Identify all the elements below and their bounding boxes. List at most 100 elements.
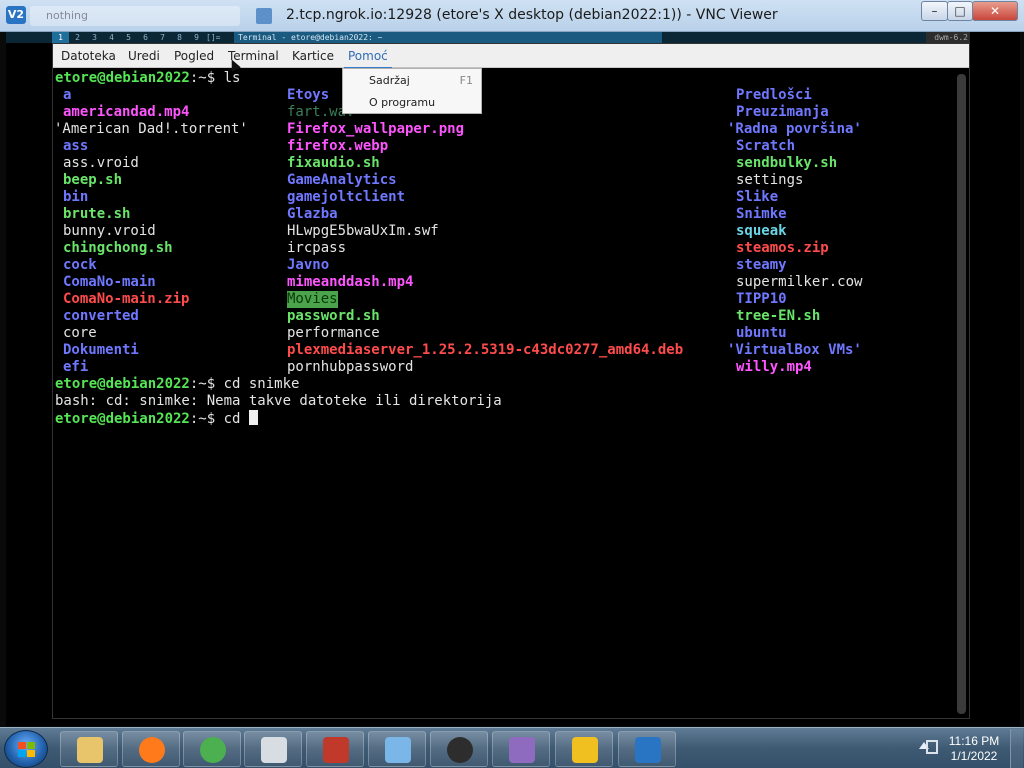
taskbar-button-toolbox[interactable] (306, 731, 364, 767)
taskbar-button-archive[interactable] (492, 731, 550, 767)
menu-datoteka[interactable]: Datoteka (61, 49, 116, 63)
taskbar-button-explorer[interactable] (60, 731, 118, 767)
window-icon (256, 8, 272, 24)
terminal-scrollbar[interactable] (957, 74, 966, 714)
terminal-window[interactable]: Datoteka Uredi Pogled Terminal Kartice P… (52, 43, 970, 719)
ls-entry: core (63, 325, 97, 341)
dwm-tag-9[interactable]: 9 (188, 32, 205, 43)
dwm-tag-1[interactable]: 1 (52, 32, 69, 43)
menu-item-label: O programu (369, 96, 436, 109)
vnc-viewer-icon (635, 737, 661, 763)
menu-item-label: Sadržaj (369, 74, 410, 87)
toolbox-icon (323, 737, 349, 763)
prompt-cwd: :~$ (189, 70, 216, 86)
taskbar-button-winamp[interactable] (555, 731, 613, 767)
show-desktop-button[interactable] (1010, 729, 1023, 768)
menu-item-o-programu[interactable]: O programu (343, 91, 481, 113)
taskbar-button-control-panel[interactable] (368, 731, 426, 767)
terminal-line: etore@debian2022:~$ cd snimke (55, 376, 299, 393)
taskbar-button-calculator[interactable] (244, 731, 302, 767)
dwm-tag-3[interactable]: 3 (86, 32, 103, 43)
taskbar-button-firefox[interactable] (122, 731, 180, 767)
ls-entry: brute.sh (63, 206, 131, 222)
system-clock[interactable]: 11:16 PM 1/1/2022 (944, 734, 1004, 764)
ls-entry: fixaudio.sh (287, 155, 380, 171)
ls-entry: sendbulky.sh (736, 155, 838, 171)
ls-entry: Slike (736, 189, 779, 205)
prompt-user-host: etore@debian2022 (55, 411, 190, 427)
dwm-status-text: dwm-6.2 (926, 32, 970, 43)
window-title: 2.tcp.ngrok.io:12928 (etore's X desktop … (286, 7, 778, 23)
close-button[interactable]: ✕ (972, 1, 1018, 21)
ls-entry: mimeanddash.mp4 (287, 274, 414, 290)
ls-entry: 'Radna površina' (727, 121, 862, 137)
ls-entry: HLwpgE5bwaUxIm.swf (287, 223, 439, 239)
ls-entry: ass (63, 138, 89, 154)
ls-entry: performance (287, 325, 380, 341)
vnc-viewer-app-icon[interactable]: V2 (6, 6, 26, 24)
maximize-button[interactable]: □ (947, 1, 973, 21)
dwm-layout-symbol[interactable]: []= (206, 32, 220, 43)
dwm-tag-7[interactable]: 7 (154, 32, 171, 43)
ls-entry: steamos.zip (736, 240, 829, 256)
menu-pomoc[interactable]: Pomoć (344, 49, 392, 69)
prompt-user-host: etore@debian2022 (55, 376, 190, 392)
archive-icon (509, 737, 535, 763)
command-text: ls (223, 70, 241, 86)
ls-entry: TIPP10 (736, 291, 787, 307)
terminal-line: etore@debian2022:~$ ls (55, 70, 240, 87)
minimize-button[interactable]: – (921, 1, 948, 21)
dwm-tag-5[interactable]: 5 (120, 32, 137, 43)
explorer-icon (77, 737, 103, 763)
ls-entry: Scratch (736, 138, 796, 154)
terminal-output[interactable]: etore@debian2022:~$ ls etore@debian2022:… (53, 69, 953, 718)
ls-entry: ComaNo-main (63, 274, 156, 290)
network-icon[interactable] (926, 740, 938, 754)
ls-entry: bin (63, 189, 89, 205)
ls-entry: supermilker.cow (736, 274, 863, 290)
ls-entry: plexmediaserver_1.25.2.5319-c43dc0277_am… (287, 342, 684, 358)
start-button[interactable] (4, 730, 48, 768)
ls-entry: ubuntu (736, 325, 787, 341)
prompt-cwd: :~$ (189, 411, 216, 427)
ls-entry: Predlošci (736, 87, 812, 103)
text-cursor (248, 410, 258, 425)
dwm-tag-4[interactable]: 4 (103, 32, 120, 43)
media-center-icon (447, 737, 473, 763)
ls-entry: firefox.webp (287, 138, 389, 154)
dwm-status-bar: 123456789 []= Terminal - etore@debian202… (6, 32, 970, 43)
ls-entry: steamy (736, 257, 787, 273)
menu-kartice[interactable]: Kartice (292, 49, 334, 63)
ls-entry: squeak (736, 223, 787, 239)
clock-time: 11:16 PM (948, 734, 1000, 748)
ls-entry: a (63, 87, 72, 103)
dwm-tag-2[interactable]: 2 (69, 32, 86, 43)
taskbar-button-vnc-viewer[interactable] (618, 731, 676, 767)
taskbar-button-media-center[interactable] (430, 731, 488, 767)
command-text: cd (223, 411, 249, 427)
terminal-menubar: Datoteka Uredi Pogled Terminal Kartice P… (53, 44, 969, 69)
ls-entry: settings (736, 172, 804, 188)
menu-pogled[interactable]: Pogled (174, 49, 214, 63)
dwm-tag-8[interactable]: 8 (171, 32, 188, 43)
dwm-tag-6[interactable]: 6 (137, 32, 154, 43)
ls-entry: beep.sh (63, 172, 123, 188)
vnc-title-bar[interactable]: V2 nothing 2.tcp.ngrok.io:12928 (etore's… (0, 0, 1024, 32)
command-text: cd snimke (223, 376, 300, 392)
ls-entry: GameAnalytics (287, 172, 397, 188)
background-window-ghost: nothing (30, 6, 240, 26)
ls-entry: password.sh (287, 308, 380, 324)
ls-entry: 'American Dad!.torrent' (54, 121, 248, 137)
dwm-window-title: Terminal - etore@debian2022: ~ (234, 32, 662, 43)
ls-entry: ircpass (287, 240, 347, 256)
chrome-icon (200, 737, 226, 763)
prompt-user-host: etore@debian2022 (55, 70, 190, 86)
control-panel-icon (385, 737, 411, 763)
ls-entry: chingchong.sh (63, 240, 173, 256)
ls-entry: Dokumenti (63, 342, 139, 358)
menu-uredi[interactable]: Uredi (128, 49, 160, 63)
ls-entry: cock (63, 257, 97, 273)
remote-desktop[interactable]: 123456789 []= Terminal - etore@debian202… (6, 32, 1020, 726)
menu-item-sadrzaj[interactable]: Sadržaj F1 (343, 69, 481, 91)
taskbar-button-chrome[interactable] (183, 731, 241, 767)
